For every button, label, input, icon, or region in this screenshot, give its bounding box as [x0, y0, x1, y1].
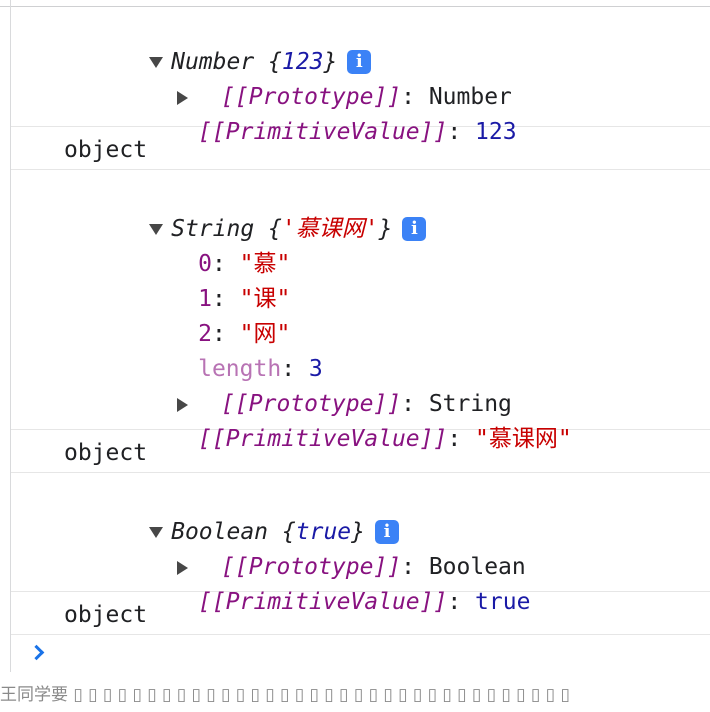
- property-prototype[interactable]: [[Prototype]]: Number: [11, 45, 710, 110]
- property-prototype[interactable]: [[Prototype]]: Boolean: [11, 515, 710, 580]
- watermark-text: 王同学要 ▯ ▯ ▯ ▯ ▯ ▯ ▯ ▯ ▯ ▯ ▯ ▯ ▯ ▯ ▯ ▯ ▯ ▯…: [0, 685, 570, 705]
- object-header-boolean[interactable]: Boolean {true} i: [11, 480, 710, 545]
- object-header-string[interactable]: String {'慕课网'} i: [11, 177, 710, 242]
- console-message-typeof: object: [11, 592, 710, 635]
- console-message-string: String {'慕课网'} i 0: "慕" 1: "课" 2: "网" len…: [11, 170, 710, 452]
- console-output: Number {123} i [[Prototype]]: Number [[Pr…: [11, 7, 710, 635]
- console-message-number: Number {123} i [[Prototype]]: Number [[Pr…: [11, 7, 710, 145]
- property-prototype[interactable]: [[Prototype]]: String: [11, 352, 710, 417]
- property-primitive-value: [[PrimitiveValue]]: "慕课网": [198, 426, 572, 452]
- console-message-typeof: object: [11, 127, 710, 170]
- property-length: length: 3: [198, 356, 323, 382]
- console-message-boolean: Boolean {true} i [[Prototype]]: Boolean […: [11, 473, 710, 615]
- object-header-number[interactable]: Number {123} i: [11, 10, 710, 75]
- property-index: 2: "网": [198, 321, 291, 347]
- console-prompt-chevron-icon[interactable]: [29, 640, 49, 670]
- property-index: 0: "慕": [198, 251, 291, 277]
- property-primitive-value: [[PrimitiveValue]]: true: [198, 589, 531, 615]
- property-primitive-value: [[PrimitiveValue]]: 123: [198, 119, 517, 145]
- property-index: 1: "课": [198, 286, 291, 312]
- console-message-typeof: object: [11, 430, 710, 473]
